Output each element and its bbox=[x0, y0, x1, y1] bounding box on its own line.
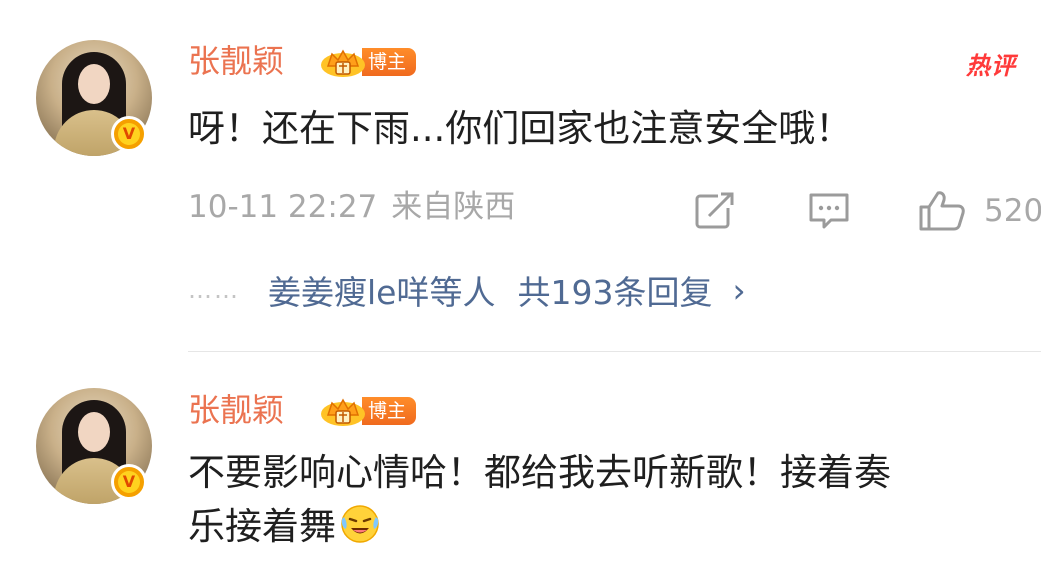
blogger-badge: 博主 bbox=[318, 395, 417, 427]
comment-icon bbox=[809, 193, 849, 229]
blogger-badge: 博主 bbox=[318, 46, 417, 78]
hot-comment-tag: 热评 bbox=[966, 52, 1016, 80]
share-button[interactable] bbox=[694, 190, 736, 232]
crown-icon bbox=[318, 46, 368, 78]
username[interactable]: 张靓颖 bbox=[188, 394, 284, 426]
badge-label: 博主 bbox=[362, 48, 417, 76]
chevron-right-icon: › bbox=[732, 270, 746, 310]
avatar[interactable]: V bbox=[36, 40, 152, 156]
replies-names: 姜姜瘦le咩等人 bbox=[268, 273, 496, 312]
laugh-cry-emoji bbox=[341, 505, 379, 543]
comment-text-line: 不要影响心情哈！都给我去听新歌！接着奏 bbox=[188, 451, 891, 494]
comment-meta: 10-11 22:27 来自陕西 bbox=[188, 192, 515, 223]
comment-time: 10-11 22:27 bbox=[188, 189, 378, 225]
comment-button[interactable] bbox=[807, 190, 851, 232]
share-icon bbox=[695, 192, 734, 229]
avatar[interactable]: V bbox=[36, 388, 152, 504]
badge-label: 博主 bbox=[362, 397, 417, 425]
like-button[interactable]: 520 bbox=[918, 190, 1041, 232]
comment-text-line: 呀！还在下雨...你们回家也注意安全哦！ bbox=[188, 107, 853, 150]
username[interactable]: 张靓颖 bbox=[188, 45, 284, 77]
replies-dots: …… bbox=[188, 276, 240, 304]
comment-location: 来自陕西 bbox=[391, 189, 516, 225]
replies-link[interactable]: …… 姜姜瘦le咩等人 共193条回复 › bbox=[188, 268, 746, 313]
verified-v-icon: V bbox=[111, 116, 147, 152]
comment-text: 不要影响心情哈！都给我去听新歌！接着奏 乐接着舞 bbox=[188, 446, 1041, 554]
thumb-up-icon bbox=[919, 191, 965, 231]
like-count: 520 bbox=[984, 192, 1041, 229]
crown-icon bbox=[318, 395, 368, 427]
verified-v-icon: V bbox=[111, 464, 147, 500]
replies-total: 共193条回复 bbox=[517, 273, 713, 312]
comment-text-line: 乐接着舞 bbox=[188, 500, 1041, 554]
comment-text: 呀！还在下雨...你们回家也注意安全哦！ bbox=[188, 102, 1041, 156]
